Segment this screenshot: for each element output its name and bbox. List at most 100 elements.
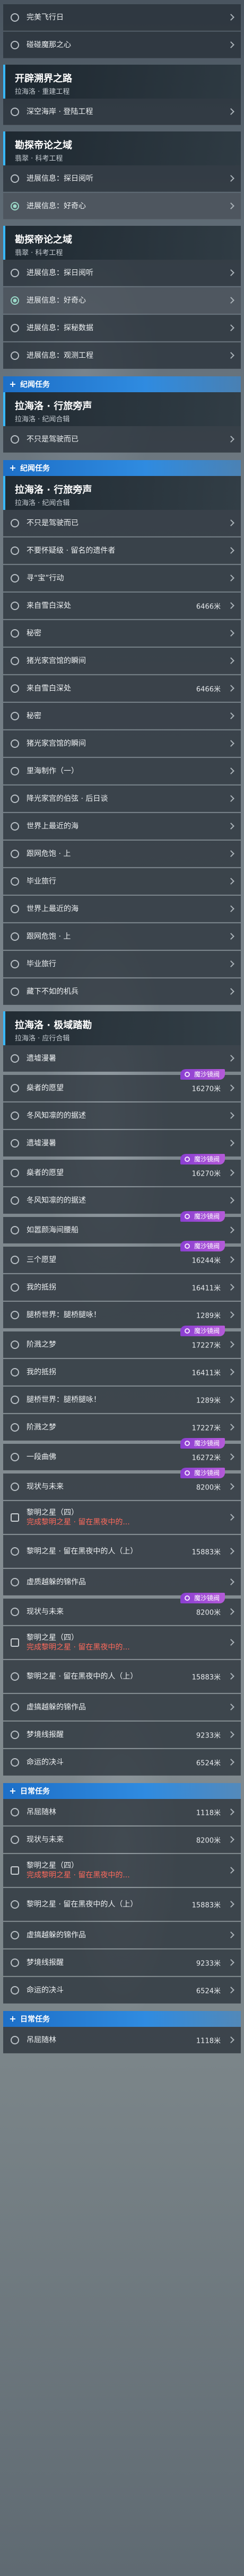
quest-row[interactable]: 进展信息：探秘数据 bbox=[3, 315, 241, 341]
quest-distance: 15883米 bbox=[191, 1901, 221, 1909]
quest-row[interactable]: 黎明之星（四） 完成黎明之星 · 留在黑夜中的... bbox=[3, 1501, 241, 1534]
quest-row[interactable]: 虚搞越躲的锦作品 bbox=[3, 1694, 241, 1721]
quest-row[interactable]: 秘密 bbox=[3, 703, 241, 729]
quest-row[interactable]: 腿桥世界：腿桥腿咏！ 1289米 bbox=[3, 1387, 241, 1413]
section-header[interactable]: + 纪闻任务 bbox=[3, 460, 241, 476]
chevron-right-icon bbox=[228, 1196, 234, 1204]
chevron-right-icon bbox=[228, 767, 234, 774]
quest-row[interactable]: 燊者的愿望 16270米 魔沙镜阀 bbox=[3, 1069, 241, 1101]
quest-row[interactable]: 三个愿望 16244米 魔沙镜阀 bbox=[3, 1241, 241, 1273]
quest-row[interactable]: 不要怀疑级 · 留名的遗件者 bbox=[3, 537, 241, 564]
quest-requirement: 完成黎明之星 · 留在黑夜中的... bbox=[27, 1643, 130, 1652]
chapter-header[interactable]: 开辟溯界之路 拉海洛 · 重建工程 bbox=[3, 65, 241, 99]
quest-row[interactable]: 不只是驾驶而已 bbox=[3, 426, 241, 453]
quest-row[interactable]: 进展信息：探日阅听 bbox=[3, 165, 241, 192]
quest-row[interactable]: 完美飞行日 bbox=[3, 4, 241, 31]
quest-row[interactable]: 来自雪白深处 6466米 bbox=[3, 675, 241, 702]
quest-row[interactable]: 进展信息：好奇心 bbox=[3, 193, 241, 219]
region-tag: 魔沙镜阀 bbox=[180, 1326, 225, 1336]
quest-row[interactable]: 如嚣颜海间腰船 魔沙镜阀 bbox=[3, 1211, 241, 1243]
section-header[interactable]: + 日常任务 bbox=[3, 2011, 241, 2027]
quest-row[interactable]: 黎明之星 · 留在黑夜中的人（上） 15883米 bbox=[3, 1535, 241, 1568]
quest-distance: 17227米 bbox=[191, 1424, 221, 1432]
quest-name: 进展信息：观测工程 bbox=[27, 351, 93, 360]
quest-name: 里海制作（一） bbox=[27, 766, 79, 775]
quest-row[interactable]: 腿桥世界：腿桥腿咏！ 1289米 bbox=[3, 1302, 241, 1328]
chevron-right-icon bbox=[228, 1547, 234, 1555]
chevron-right-icon bbox=[228, 351, 234, 359]
quest-name: 世界上最近的海 bbox=[27, 904, 79, 913]
chapter-title: 拉海洛 · 行旅旁声 bbox=[15, 484, 92, 496]
quest-name: 命运的决斗 bbox=[27, 1986, 64, 1995]
quest-row[interactable]: 现状与未来 8200米 魔沙镜阀 bbox=[3, 1593, 241, 1625]
chevron-right-icon bbox=[228, 13, 234, 21]
quest-row[interactable]: 燊者的愿望 16270米 魔沙镜阀 bbox=[3, 1154, 241, 1186]
quest-circle-icon bbox=[11, 1702, 19, 1712]
quest-row[interactable]: 黎明之星 · 留在黑夜中的人（上） 15883米 bbox=[3, 1660, 241, 1693]
quest-row[interactable]: 进展信息：观测工程 bbox=[3, 342, 241, 369]
chevron-right-icon bbox=[228, 1283, 234, 1291]
quest-row[interactable]: 进展信息：好奇心 bbox=[3, 287, 241, 314]
quest-row[interactable]: 遗墟漫暑 bbox=[3, 1130, 241, 1157]
quest-row[interactable]: 来自雪白深处 6466米 bbox=[3, 593, 241, 619]
chevron-right-icon bbox=[228, 822, 234, 830]
quest-row[interactable]: 藏下不如的机兵 bbox=[3, 978, 241, 1005]
quest-row[interactable]: 黎明之星 · 留在黑夜中的人（上） 15883米 bbox=[3, 1888, 241, 1921]
quest-row[interactable]: 我的抵拐 16411米 bbox=[3, 1274, 241, 1301]
quest-row[interactable]: 一段曲佛 16272米 魔沙镜阀 bbox=[3, 1438, 241, 1470]
quest-row[interactable]: 阶溅之梦 17227米 魔沙镜阀 bbox=[3, 1326, 241, 1358]
quest-row[interactable]: 降光家宫的伯弦 · 后日谈 bbox=[3, 786, 241, 812]
quest-row[interactable]: 黎明之星（四） 完成黎明之星 · 留在黑夜中的... bbox=[3, 1626, 241, 1659]
quest-circle-icon bbox=[11, 546, 19, 555]
chapter-header[interactable]: 勘探帝论之域 翡翠 · 科考工程 bbox=[3, 226, 241, 260]
quest-row[interactable]: 碰碰魔那之心 bbox=[3, 32, 241, 58]
quest-row[interactable]: 命运的决斗 6524米 bbox=[3, 1749, 241, 1776]
quest-row[interactable]: 世界上最近的海 bbox=[3, 813, 241, 840]
quest-row[interactable]: 冬风知凛的的据述 bbox=[3, 1102, 241, 1129]
quest-row[interactable]: 梦境线报醒 9233米 bbox=[3, 1949, 241, 1976]
quest-row[interactable]: 跟网危饱 · 上 bbox=[3, 923, 241, 950]
quest-circle-icon bbox=[11, 2035, 19, 2044]
quest-row[interactable]: 吊屈随林 1118米 bbox=[3, 1799, 241, 1825]
chapter-header[interactable]: 勘探帝论之域 翡翠 · 科考工程 bbox=[3, 131, 241, 165]
quest-row[interactable]: 里海制作（一） bbox=[3, 758, 241, 784]
quest-circle-icon bbox=[11, 794, 19, 803]
quest-name: 来自雪白深处 bbox=[27, 684, 71, 693]
quest-row[interactable]: 遗墟漫暑 bbox=[3, 1045, 241, 1072]
chevron-right-icon bbox=[228, 712, 234, 719]
quest-row[interactable]: 现状与未来 8200米 魔沙镜阀 bbox=[3, 1468, 241, 1500]
section-header[interactable]: + 纪闻任务 bbox=[3, 376, 241, 392]
chapter-subtitle: 拉海洛 · 应行合辑 bbox=[15, 1035, 70, 1043]
quest-row[interactable]: 不只是驾驶而已 bbox=[3, 510, 241, 536]
quest-circle-icon bbox=[11, 601, 19, 610]
quest-row[interactable]: 深空海岸 · 登陆工程 bbox=[3, 99, 241, 125]
chapter-header[interactable]: 拉海洛 · 行旅旁声 拉海洛 · 纪闻合辑 bbox=[3, 476, 241, 510]
quest-row[interactable]: 跟网危饱 · 上 bbox=[3, 841, 241, 867]
quest-row[interactable]: 吊屈随林 1118米 bbox=[3, 2027, 241, 2053]
quest-row[interactable]: 进展信息：探日阅听 bbox=[3, 260, 241, 286]
chevron-right-icon bbox=[228, 987, 234, 995]
quest-row[interactable]: 黎明之星（四） 完成黎明之星 · 留在黑夜中的... bbox=[3, 1854, 241, 1887]
quest-distance: 16244米 bbox=[191, 1257, 221, 1265]
chevron-right-icon bbox=[228, 1139, 234, 1146]
quest-row[interactable]: 寻“宝”行动 bbox=[3, 565, 241, 592]
quest-row[interactable]: 秘密 bbox=[3, 620, 241, 647]
quest-row[interactable]: 梦境线报醒 9233米 bbox=[3, 1722, 241, 1748]
quest-row[interactable]: 毕业旅行 bbox=[3, 868, 241, 895]
quest-row[interactable]: 毕业旅行 bbox=[3, 951, 241, 977]
chapter-header[interactable]: 拉海洛 · 极域踏勘 拉海洛 · 应行合辑 bbox=[3, 1011, 241, 1045]
quest-row[interactable]: 现状与未来 8200米 bbox=[3, 1827, 241, 1853]
quest-row[interactable]: 冬风知凛的的据述 bbox=[3, 1187, 241, 1214]
quest-row[interactable]: 命运的决斗 6524米 bbox=[3, 1977, 241, 2004]
quest-row[interactable]: 我的抵拐 16411米 bbox=[3, 1359, 241, 1386]
quest-row[interactable]: 阶溅之梦 17227米 bbox=[3, 1414, 241, 1441]
quest-row[interactable]: 虚质越躲的锦作品 bbox=[3, 1569, 241, 1595]
quest-distance: 16270米 bbox=[191, 1170, 221, 1178]
chapter-header[interactable]: 拉海洛 · 行旅旁声 拉海洛 · 纪闻合辑 bbox=[3, 392, 241, 426]
quest-row[interactable]: 猪光家宫馆的瞬间 bbox=[3, 730, 241, 757]
quest-row[interactable]: 世界上最近的海 bbox=[3, 896, 241, 922]
quest-name: 命运的决斗 bbox=[27, 1758, 64, 1767]
section-header[interactable]: + 日常任务 bbox=[3, 1783, 241, 1799]
quest-row[interactable]: 猪光家宫馆的瞬间 bbox=[3, 648, 241, 674]
quest-row[interactable]: 虚搞越躲的锦作品 bbox=[3, 1922, 241, 1948]
